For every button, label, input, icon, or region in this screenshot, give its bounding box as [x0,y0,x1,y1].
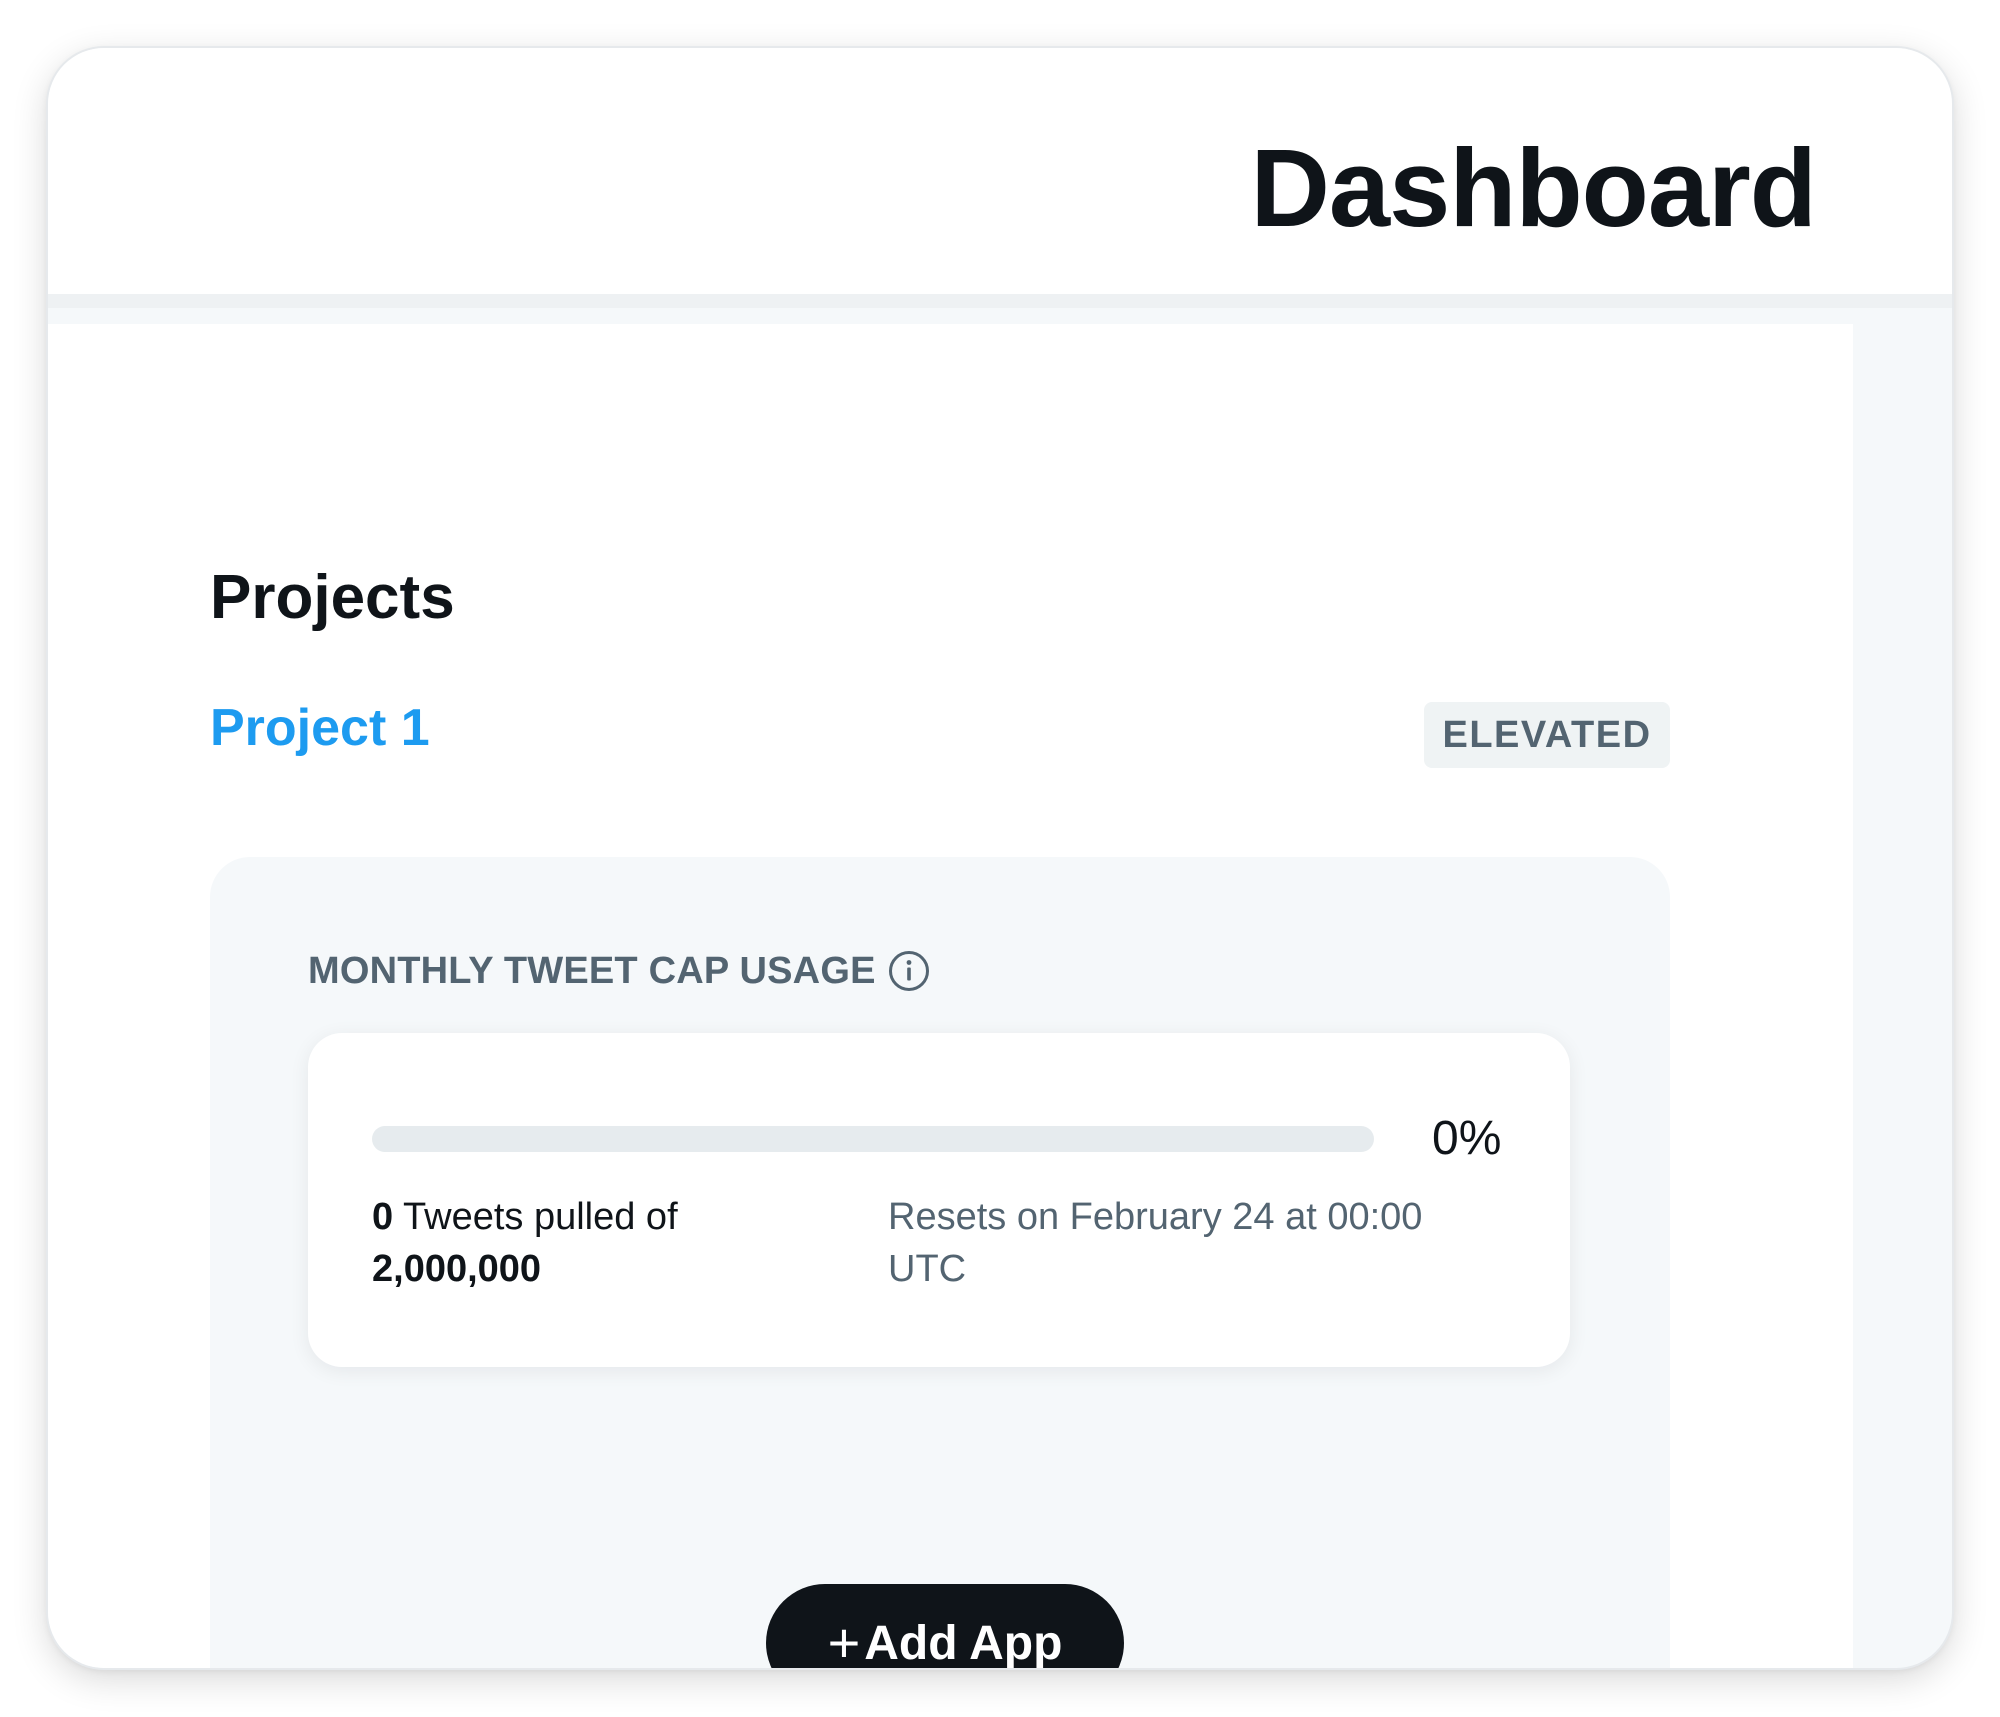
usage-title: MONTHLY TWEET CAP USAGE [308,950,876,992]
add-app-label: Add App [864,1616,1063,1669]
usage-card: 0% 0 Tweets pulled of 2,000,000 Resets o… [308,1033,1570,1367]
info-circle-icon [888,951,929,991]
top-header: Dashboard [48,48,1952,308]
tweets-pulled-count: 0 [372,1196,394,1238]
usage-percent: 0% [1432,1112,1502,1165]
plus-icon: + [827,1611,861,1669]
tweets-pulled-label: Tweets pulled of [403,1196,678,1238]
add-app-button[interactable]: + Add App [766,1584,1124,1668]
page-title: Dashboard [1250,127,1817,250]
access-level-badge: ELEVATED [1424,702,1670,768]
usage-title-row: MONTHLY TWEET CAP USAGE [308,943,930,999]
projects-heading: Projects [210,563,455,632]
project-link[interactable]: Project 1 [210,696,430,760]
main-content: Projects Project 1 ELEVATED MONTHLY TWEE… [48,324,1853,1668]
tweet-cap-value: 2,000,000 [372,1248,542,1290]
usage-progress-bar [372,1126,1374,1152]
project-panel: MONTHLY TWEET CAP USAGE 0% 0 Tweets pull… [210,857,1670,1668]
tweets-pulled-text: 0 Tweets pulled of 2,000,000 [372,1191,832,1295]
app-window: Dashboard Projects Project 1 ELEVATED MO… [48,48,1952,1668]
info-icon[interactable] [888,950,930,992]
reset-date-text: Resets on February 24 at 00:00 UTC [888,1196,1423,1290]
